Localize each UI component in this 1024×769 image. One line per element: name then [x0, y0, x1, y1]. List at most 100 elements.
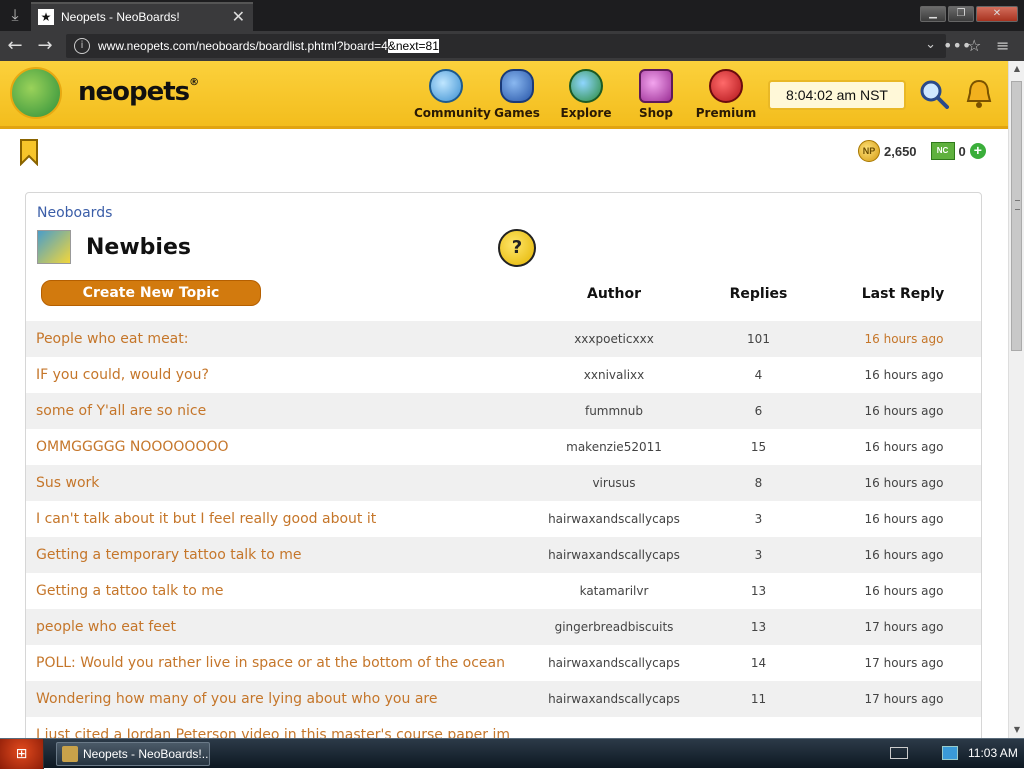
browser-nav-bar: ← → i www.neopets.com/neoboards/boardlis…: [0, 31, 1024, 61]
topic-title-link[interactable]: I just cited a Jordan Peterson video in …: [36, 727, 510, 738]
search-icon[interactable]: [919, 79, 949, 109]
site-info-icon[interactable]: i: [74, 38, 90, 54]
maximize-icon[interactable]: ❐: [948, 6, 974, 22]
topic-list: People who eat meat: xxxpoeticxxx 101 16 ho…: [26, 321, 981, 738]
topic-author[interactable]: hairwaxandscallycaps: [524, 692, 704, 706]
scroll-up-icon[interactable]: ▲: [1009, 61, 1024, 77]
table-row: IF you could, would you? xxnivalixx 4 16 ho…: [26, 357, 981, 393]
table-row: Getting a tattoo talk to me katamarilvr 13…: [26, 573, 981, 609]
bookmark-star-icon[interactable]: ☆: [967, 36, 981, 55]
logo-text: neopets: [78, 77, 190, 107]
url-dropdown-icon[interactable]: ⌄: [925, 37, 936, 52]
topic-author[interactable]: gingerbreadbiscuits: [524, 620, 704, 634]
topic-last-reply[interactable]: 16 hours ago: [844, 584, 964, 598]
start-button-icon[interactable]: ⊞: [0, 739, 44, 769]
browser-window-icon: [62, 746, 78, 762]
topic-title-link[interactable]: People who eat meat:: [36, 331, 188, 347]
topic-last-reply[interactable]: 17 hours ago: [844, 620, 964, 634]
window-close-icon[interactable]: ✕: [976, 6, 1018, 22]
topic-title-link[interactable]: OMMGGGGG NOOOOOOOO: [36, 439, 229, 455]
topic-author[interactable]: hairwaxandscallycaps: [524, 548, 704, 562]
browser-tab[interactable]: ★ Neopets - NeoBoards! ✕: [31, 2, 253, 31]
neopoints-coin-icon: NP: [858, 140, 880, 162]
topic-title-link[interactable]: POLL: Would you rather live in space or …: [36, 655, 505, 671]
forward-arrow-icon[interactable]: →: [34, 35, 56, 57]
neopets-logo[interactable]: neopets®: [78, 77, 199, 107]
table-row: people who eat feet gingerbreadbiscuits 13…: [26, 609, 981, 645]
user-avatar[interactable]: [10, 67, 62, 119]
topic-author[interactable]: hairwaxandscallycaps: [524, 656, 704, 670]
table-row: I can't talk about it but I feel really …: [26, 501, 981, 537]
nav-premium-label: Premium: [695, 106, 757, 120]
add-neocash-icon[interactable]: +: [969, 143, 986, 159]
topic-author[interactable]: katamarilvr: [524, 584, 704, 598]
table-row: POLL: Would you rather live in space or …: [26, 645, 981, 681]
board-panel: Neoboards Newbies ? Create New Topic Aut…: [25, 192, 982, 738]
table-row: People who eat meat: xxxpoeticxxx 101 16 ho…: [26, 321, 981, 357]
topic-replies: 13: [750, 620, 767, 634]
table-row: Getting a temporary tattoo talk to me hai…: [26, 537, 981, 573]
tab-close-icon[interactable]: ✕: [232, 7, 245, 26]
neopets-favicon-icon: ★: [38, 9, 54, 25]
page-scrollbar[interactable]: ▲ ▼: [1008, 61, 1024, 738]
network-icon[interactable]: [942, 746, 958, 760]
nav-shop-label: Shop: [638, 106, 674, 120]
breadcrumb[interactable]: Neoboards: [37, 205, 112, 221]
topic-replies: 4: [754, 368, 763, 382]
neopoints-amount[interactable]: 2,650: [884, 144, 917, 159]
topic-last-reply[interactable]: 16 hours ago: [844, 404, 964, 418]
topic-last-reply[interactable]: 17 hours ago: [844, 656, 964, 670]
menu-icon[interactable]: ≡: [996, 36, 1009, 55]
minimize-icon[interactable]: ▁: [920, 6, 946, 22]
scroll-thumb[interactable]: [1011, 81, 1022, 351]
keyboard-icon[interactable]: [890, 747, 908, 759]
topic-title-link[interactable]: IF you could, would you?: [36, 367, 209, 383]
back-arrow-icon[interactable]: ←: [4, 35, 26, 57]
topic-last-reply[interactable]: 16 hours ago: [844, 440, 964, 454]
bell-icon[interactable]: [962, 77, 996, 111]
page-content: neopets® Community Games Explore Shop Pr…: [0, 61, 1008, 738]
topic-author[interactable]: virusus: [524, 476, 704, 490]
topic-last-reply[interactable]: 16 hours ago: [844, 476, 964, 490]
topic-title-link[interactable]: Wondering how many of you are lying abou…: [36, 691, 437, 707]
topic-title-link[interactable]: Getting a tattoo talk to me: [36, 583, 223, 599]
topic-author[interactable]: hairwaxandscallycaps: [524, 512, 704, 526]
nav-shop[interactable]: Shop: [624, 69, 688, 120]
os-taskbar: ⊞ Neopets - NeoBoards!... 11:03 AM: [0, 738, 1024, 769]
topic-last-reply[interactable]: 16 hours ago: [844, 512, 964, 526]
nav-premium[interactable]: Premium: [694, 69, 758, 120]
neocash-amount[interactable]: 0: [959, 144, 966, 159]
url-selected-part: &next=81: [387, 39, 439, 53]
topic-author[interactable]: xxnivalixx: [524, 368, 704, 382]
nav-games[interactable]: Games: [485, 69, 549, 120]
topic-last-reply[interactable]: 16 hours ago: [844, 368, 964, 382]
topic-last-reply[interactable]: 17 hours ago: [844, 692, 964, 706]
topic-last-reply[interactable]: 16 hours ago: [844, 332, 964, 346]
create-topic-button[interactable]: Create New Topic: [41, 280, 261, 306]
topic-author[interactable]: fummnub: [524, 404, 704, 418]
nav-explore[interactable]: Explore: [554, 69, 618, 120]
url-main: www.neopets.com/neoboards/boardlist.phtm…: [98, 39, 388, 53]
system-clock[interactable]: 11:03 AM: [968, 746, 1018, 760]
nav-games-label: Games: [494, 106, 540, 120]
table-row: I just cited a Jordan Peterson video in …: [26, 717, 981, 738]
bookmark-icon[interactable]: [19, 138, 39, 166]
premium-icon: [709, 69, 743, 103]
address-bar[interactable]: i www.neopets.com/neoboards/boardlist.ph…: [66, 34, 946, 58]
topic-title-link[interactable]: some of Y'all are so nice: [36, 403, 206, 419]
downloads-icon[interactable]: ⤓: [5, 5, 25, 25]
topic-title-link[interactable]: Getting a temporary tattoo talk to me: [36, 547, 302, 563]
nav-explore-label: Explore: [560, 106, 612, 120]
url-text[interactable]: www.neopets.com/neoboards/boardlist.phtm…: [98, 39, 439, 53]
topic-last-reply[interactable]: 16 hours ago: [844, 548, 964, 562]
topic-author[interactable]: xxxpoeticxxx: [524, 332, 704, 346]
topic-title-link[interactable]: I can't talk about it but I feel really …: [36, 511, 376, 527]
topic-author[interactable]: makenzie52011: [524, 440, 704, 454]
nav-community[interactable]: Community: [414, 69, 491, 120]
topic-title-link[interactable]: people who eat feet: [36, 619, 176, 635]
scroll-down-icon[interactable]: ▼: [1009, 722, 1024, 738]
topic-replies: 14: [750, 656, 767, 670]
help-icon[interactable]: ?: [498, 229, 536, 267]
taskbar-window-item[interactable]: Neopets - NeoBoards!...: [56, 742, 210, 766]
topic-title-link[interactable]: Sus work: [36, 475, 99, 491]
